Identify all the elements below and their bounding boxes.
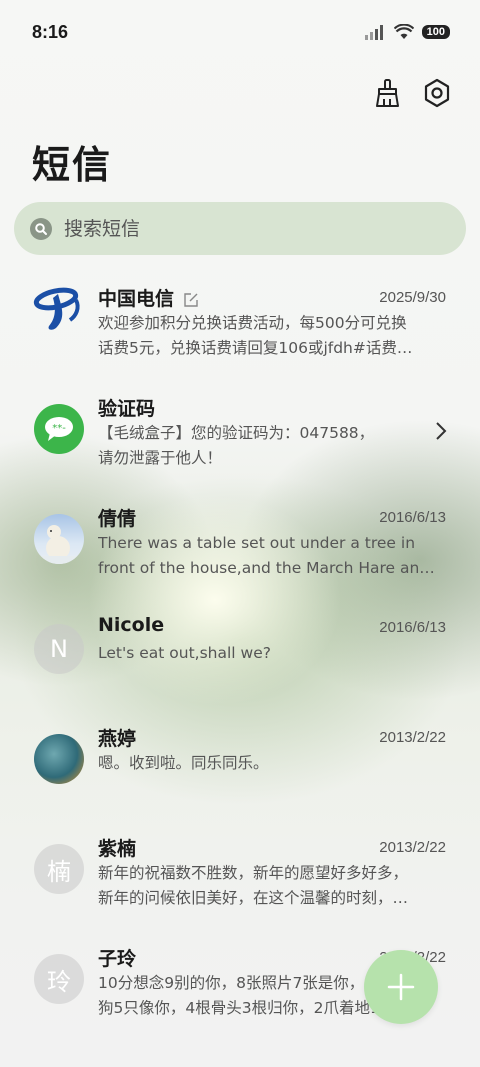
conversation-row[interactable]: 楠 紫楠 2013/2/22 新年的祝福数不胜数，新年的愿望好多好多， 新年的问…: [0, 820, 480, 930]
message-preview: 嗯。收到啦。同乐同乐。: [98, 754, 269, 772]
message-date: 2013/2/22: [379, 729, 446, 746]
contact-name: 中国电信: [98, 284, 199, 311]
contact-name: 验证码: [98, 398, 156, 420]
message-list: 中国电信 2025/9/30 欢迎参加积分兑换话费活动，每500分可兑换 话费5…: [0, 270, 480, 1040]
signal-icon: [364, 25, 383, 40]
page-title: 短信: [32, 143, 113, 187]
plus-icon: [387, 973, 415, 1001]
search-icon: [30, 217, 52, 240]
new-message-button[interactable]: [364, 950, 438, 1024]
conversation-row[interactable]: **- 验证码 【毛绒盒子】您的验证码为：047588， 请勿泄露于他人！: [0, 380, 480, 490]
ocean-photo: [34, 734, 84, 784]
svg-text:**-: **-: [52, 423, 66, 434]
search-bar[interactable]: [14, 202, 466, 255]
battery-indicator: 100: [421, 25, 450, 39]
message-date: 2016/6/13: [379, 619, 446, 636]
wifi-icon: [393, 24, 414, 39]
search-input[interactable]: [62, 216, 426, 241]
message-preview: 欢迎参加积分兑换话费活动，每500分可兑换 话费5元，兑换话费请回复106或jf…: [98, 314, 413, 357]
polar-bear-photo: [34, 514, 84, 564]
message-preview: 新年的祝福数不胜数，新年的愿望好多好多， 新年的问候依旧美好，在这个温馨的时刻，…: [98, 864, 409, 907]
contact-name: Nicole: [98, 614, 165, 636]
china-telecom-logo: [32, 282, 84, 334]
message-date: 2013/2/22: [379, 839, 446, 856]
message-bubble-icon: **-: [34, 404, 84, 454]
contact-name: 燕婷: [98, 728, 137, 750]
avatar: 玲: [34, 954, 84, 1004]
contact-name: 子玲: [98, 948, 137, 970]
status-time: 8:16: [32, 22, 69, 42]
edit-note-icon: [183, 292, 198, 307]
avatar: N: [34, 624, 84, 674]
toolbar: [372, 78, 452, 108]
message-preview: Let's eat out,shall we?: [98, 644, 271, 662]
message-date: 2025/9/30: [379, 289, 446, 306]
status-icons: 100: [364, 24, 450, 40]
clean-brush-icon[interactable]: [372, 78, 402, 108]
message-preview: 【毛绒盒子】您的验证码为：047588， 请勿泄露于他人！: [98, 424, 375, 467]
avatar: 楠: [34, 844, 84, 894]
conversation-row[interactable]: 中国电信 2025/9/30 欢迎参加积分兑换话费活动，每500分可兑换 话费5…: [0, 270, 480, 380]
message-preview: There was a table set out under a tree i…: [98, 534, 435, 577]
status-bar: 8:16 100: [0, 0, 480, 64]
contact-name: 倩倩: [98, 508, 137, 530]
message-date: 2016/6/13: [379, 509, 446, 526]
conversation-row[interactable]: N Nicole 2016/6/13 Let's eat out,shall w…: [0, 600, 480, 710]
chevron-right-icon[interactable]: [434, 420, 448, 442]
contact-name: 紫楠: [98, 838, 137, 860]
conversation-row[interactable]: 燕婷 2013/2/22 嗯。收到啦。同乐同乐。: [0, 710, 480, 820]
settings-icon[interactable]: [422, 78, 452, 108]
conversation-row[interactable]: 倩倩 2016/6/13 There was a table set out u…: [0, 490, 480, 600]
